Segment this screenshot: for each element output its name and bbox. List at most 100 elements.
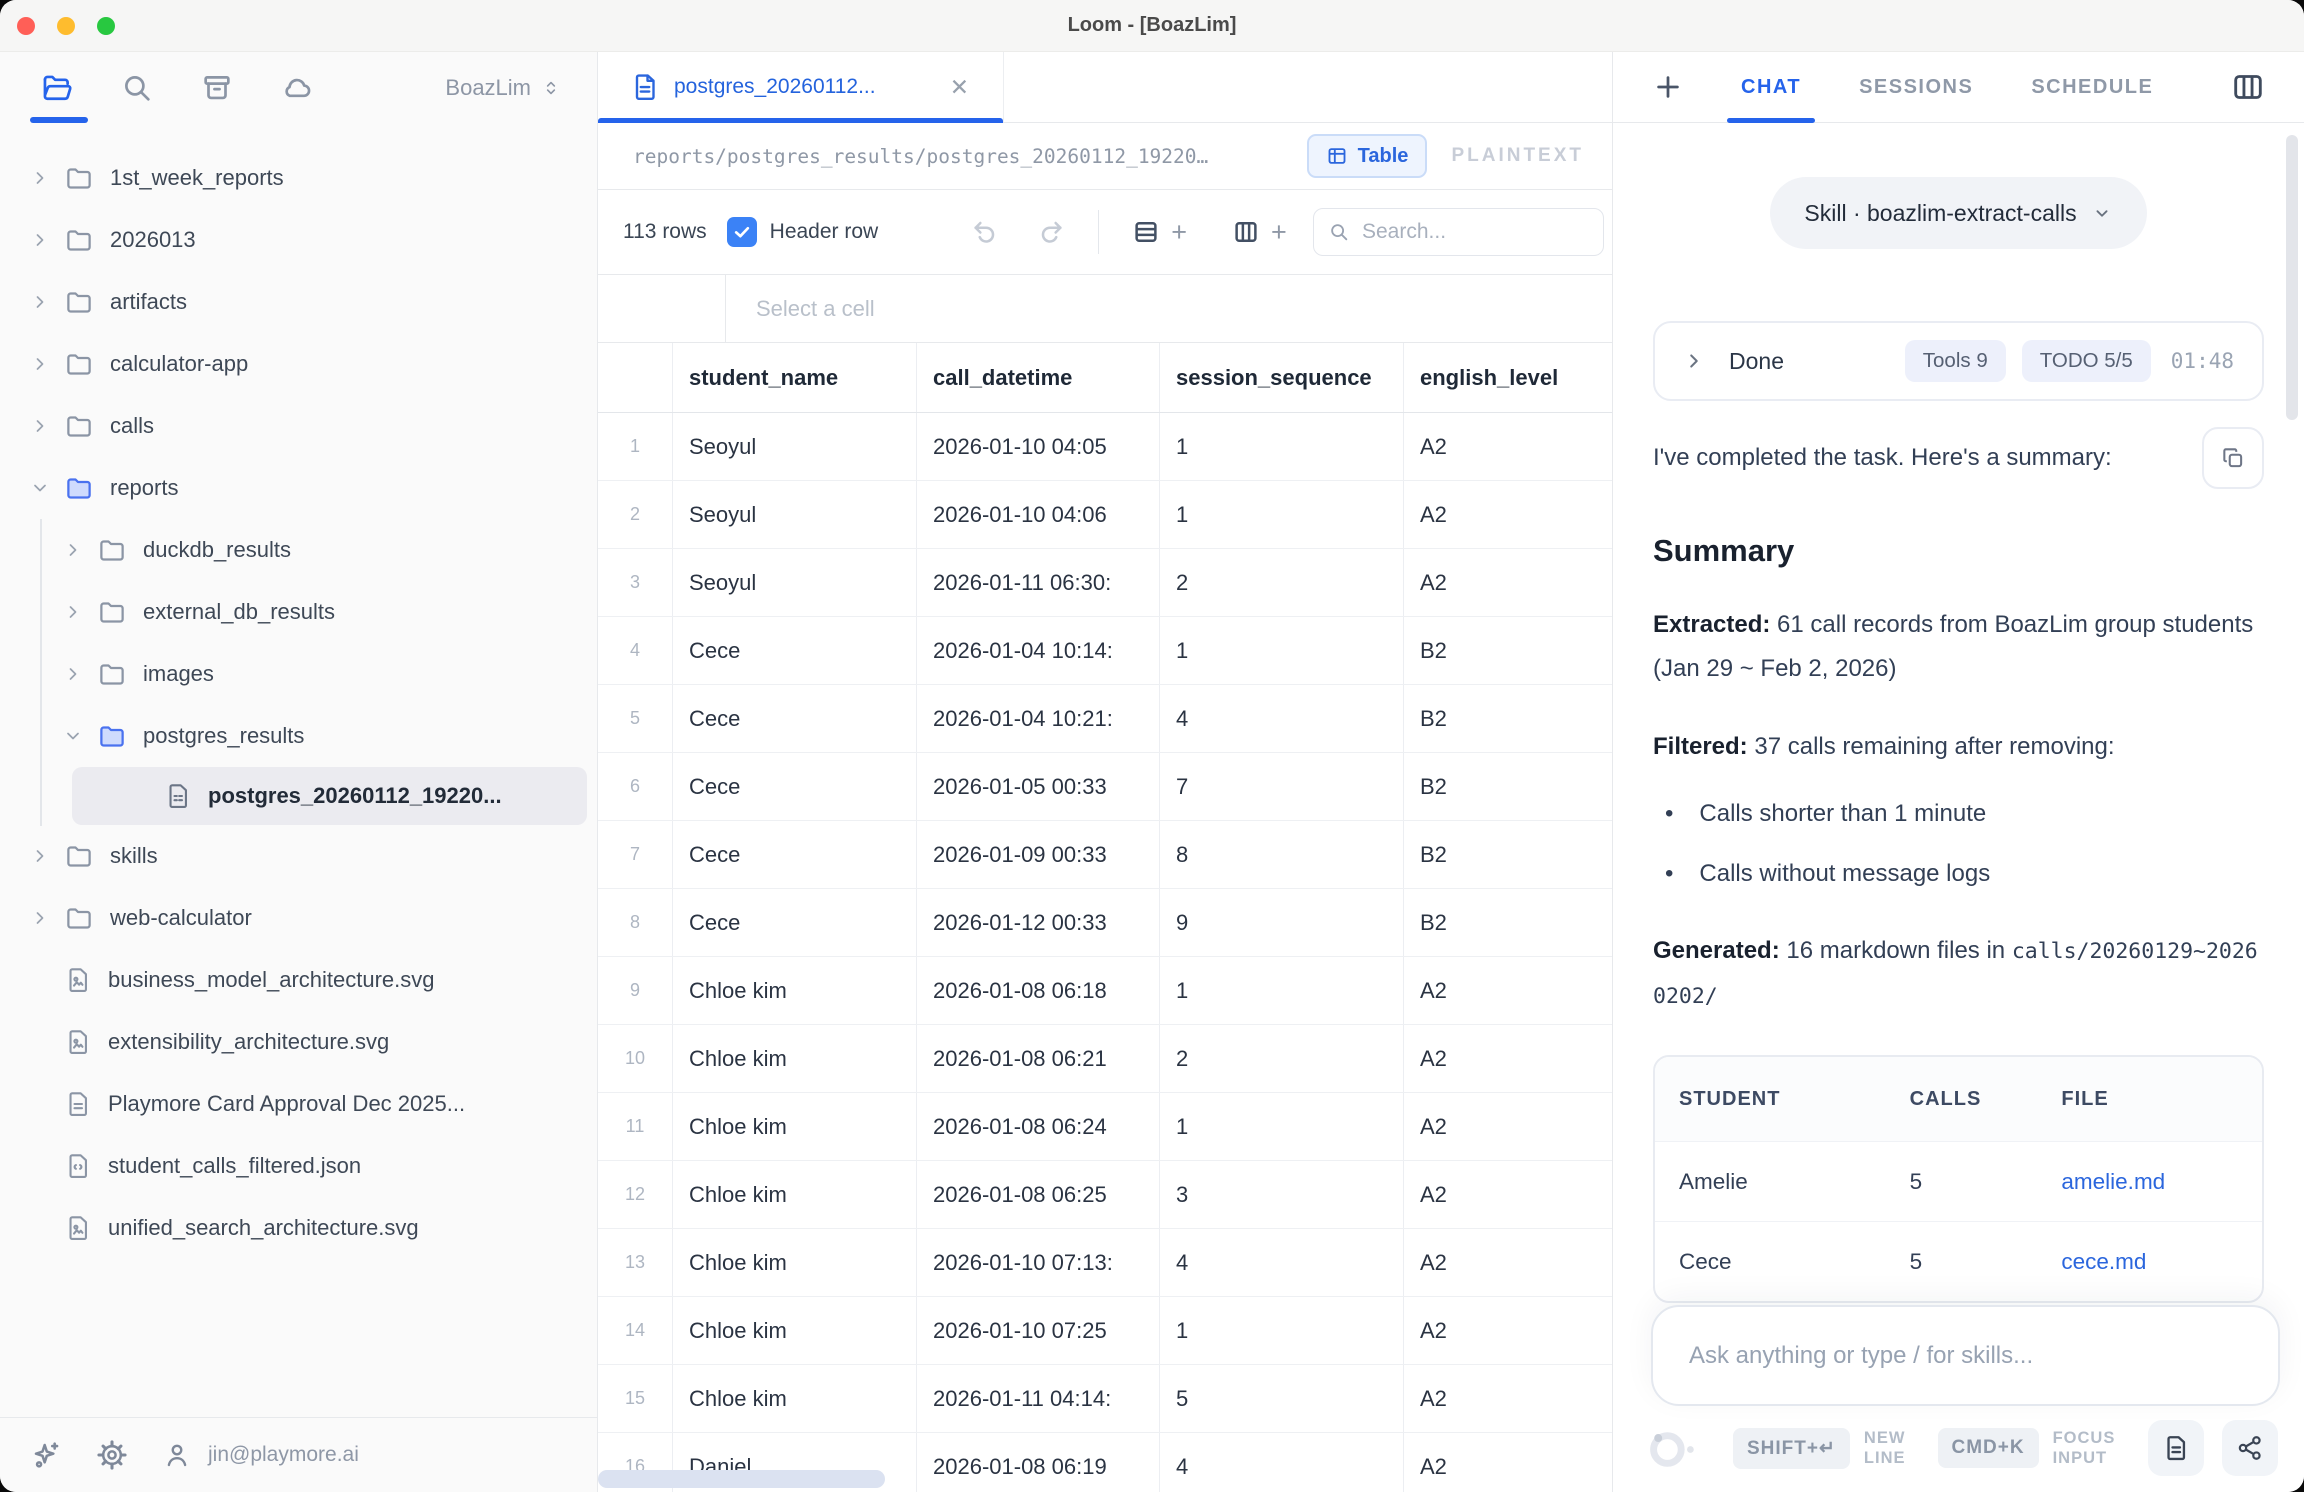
chat-scrollbar[interactable] xyxy=(2286,135,2298,420)
tree-folder-1st-week-reports[interactable]: 1st_week_reports xyxy=(0,147,597,209)
close-tab-icon[interactable]: ✕ xyxy=(950,76,969,99)
cell-english_level[interactable]: A2 xyxy=(1404,1297,1612,1364)
add-column-plus[interactable]: + xyxy=(1271,219,1287,246)
cell-english_level[interactable]: B2 xyxy=(1404,821,1612,888)
cell-english_level[interactable]: A2 xyxy=(1404,413,1612,480)
table-search[interactable] xyxy=(1313,208,1604,256)
cell-english_level[interactable]: A2 xyxy=(1404,1365,1612,1432)
cell-student_name[interactable]: Cece xyxy=(673,821,917,888)
row-number[interactable]: 2 xyxy=(598,481,673,548)
insert-row-icon[interactable] xyxy=(1131,217,1161,247)
cell-session_sequence[interactable]: 1 xyxy=(1160,957,1404,1024)
cell-student_name[interactable]: Chloe kim xyxy=(673,957,917,1024)
cell-call_datetime[interactable]: 2026-01-09 00:33 xyxy=(917,821,1160,888)
header-row-checkbox[interactable] xyxy=(727,217,757,247)
cell-english_level[interactable]: B2 xyxy=(1404,889,1612,956)
cell-session_sequence[interactable]: 1 xyxy=(1160,481,1404,548)
cell-english_level[interactable]: A2 xyxy=(1404,1161,1612,1228)
undo-icon[interactable] xyxy=(970,217,1000,247)
skill-selector[interactable]: Skill · boazlim-extract-calls xyxy=(1770,177,2146,249)
document-button[interactable] xyxy=(2148,1420,2204,1476)
chat-input[interactable] xyxy=(1687,1341,2244,1371)
cell-english_level[interactable]: A2 xyxy=(1404,1229,1612,1296)
column-header-student_name[interactable]: student_name xyxy=(673,343,917,412)
cell-call_datetime[interactable]: 2026-01-08 06:24 xyxy=(917,1093,1160,1160)
search-icon[interactable] xyxy=(120,71,154,105)
tree-file-business-model-architecture-svg[interactable]: business_model_architecture.svg xyxy=(0,949,597,1011)
tab-schedule[interactable]: SCHEDULE xyxy=(2031,52,2153,122)
cell-student_name[interactable]: Chloe kim xyxy=(673,1229,917,1296)
cell-student_name[interactable]: Cece xyxy=(673,685,917,752)
cell-student_name[interactable]: Seoyul xyxy=(673,549,917,616)
tab-sessions[interactable]: SESSIONS xyxy=(1859,52,1973,122)
cell-english_level[interactable]: A2 xyxy=(1404,549,1612,616)
cell-session_sequence[interactable]: 1 xyxy=(1160,617,1404,684)
tree-folder-calls[interactable]: calls xyxy=(0,395,597,457)
cell-call_datetime[interactable]: 2026-01-10 04:06 xyxy=(917,481,1160,548)
row-number[interactable]: 15 xyxy=(598,1365,673,1432)
cell-call_datetime[interactable]: 2026-01-08 06:18 xyxy=(917,957,1160,1024)
cell-english_level[interactable]: A2 xyxy=(1404,481,1612,548)
cell-session_sequence[interactable]: 5 xyxy=(1160,1365,1404,1432)
tree-file-unified-search-architecture-svg[interactable]: unified_search_architecture.svg xyxy=(0,1197,597,1259)
cell-student_name[interactable]: Seoyul xyxy=(673,481,917,548)
add-row-plus[interactable]: + xyxy=(1171,219,1187,246)
row-number[interactable]: 6 xyxy=(598,753,673,820)
cell-english_level[interactable]: B2 xyxy=(1404,753,1612,820)
table-view-button[interactable]: Table xyxy=(1307,134,1428,178)
files-icon[interactable] xyxy=(40,71,74,105)
cell-student_name[interactable]: Chloe kim xyxy=(673,1025,917,1092)
row-number[interactable]: 7 xyxy=(598,821,673,888)
tree-file-extensibility-architecture-svg[interactable]: extensibility_architecture.svg xyxy=(0,1011,597,1073)
formula-input[interactable]: Select a cell xyxy=(726,275,1612,342)
row-number[interactable]: 5 xyxy=(598,685,673,752)
cell-english_level[interactable]: A2 xyxy=(1404,1093,1612,1160)
gear-icon[interactable] xyxy=(96,1439,128,1471)
tree-file-playmore-card-approval-dec-2025[interactable]: Playmore Card Approval Dec 2025... xyxy=(0,1073,597,1135)
cell-call_datetime[interactable]: 2026-01-12 00:33 xyxy=(917,889,1160,956)
header-row-label[interactable]: Header row xyxy=(770,220,879,244)
cell-call_datetime[interactable]: 2026-01-04 10:14: xyxy=(917,617,1160,684)
cell-session_sequence[interactable]: 1 xyxy=(1160,1297,1404,1364)
file-link[interactable]: amelie.md xyxy=(2037,1169,2262,1195)
row-number[interactable]: 3 xyxy=(598,549,673,616)
cell-call_datetime[interactable]: 2026-01-10 04:05 xyxy=(917,413,1160,480)
cell-english_level[interactable]: A2 xyxy=(1404,1025,1612,1092)
row-number[interactable]: 11 xyxy=(598,1093,673,1160)
tab-chat[interactable]: CHAT xyxy=(1741,52,1801,122)
cell-student_name[interactable]: Cece xyxy=(673,753,917,820)
cell-call_datetime[interactable]: 2026-01-08 06:21 xyxy=(917,1025,1160,1092)
cell-student_name[interactable]: Chloe kim xyxy=(673,1161,917,1228)
cell-student_name[interactable]: Cece xyxy=(673,889,917,956)
cell-session_sequence[interactable]: 4 xyxy=(1160,1229,1404,1296)
copy-button[interactable] xyxy=(2202,427,2264,489)
cell-session_sequence[interactable]: 4 xyxy=(1160,1433,1404,1492)
cell-student_name[interactable]: Cece xyxy=(673,617,917,684)
row-number[interactable]: 1 xyxy=(598,413,673,480)
table-search-input[interactable] xyxy=(1360,219,1589,245)
tree-file-student-calls-filtered-json[interactable]: student_calls_filtered.json xyxy=(0,1135,597,1197)
row-number[interactable]: 13 xyxy=(598,1229,673,1296)
cell-student_name[interactable]: Chloe kim xyxy=(673,1297,917,1364)
tree-file-postgres-20260112-19220[interactable]: postgres_20260112_19220... xyxy=(72,767,587,825)
workspace-selector[interactable]: BoazLim xyxy=(445,75,561,101)
tree-folder-images[interactable]: images xyxy=(0,643,597,705)
cell-session_sequence[interactable]: 3 xyxy=(1160,1161,1404,1228)
cell-session_sequence[interactable]: 1 xyxy=(1160,413,1404,480)
cell-session_sequence[interactable]: 2 xyxy=(1160,1025,1404,1092)
grid-corner-cell[interactable] xyxy=(598,343,673,412)
cell-call_datetime[interactable]: 2026-01-11 06:30: xyxy=(917,549,1160,616)
cell-student_name[interactable]: Chloe kim xyxy=(673,1093,917,1160)
cell-session_sequence[interactable]: 7 xyxy=(1160,753,1404,820)
file-link[interactable]: cece.md xyxy=(2037,1249,2262,1275)
tree-folder-web-calculator[interactable]: web-calculator xyxy=(0,887,597,949)
task-status-card[interactable]: Done Tools 9 TODO 5/5 01:48 xyxy=(1653,321,2264,401)
tree-folder-artifacts[interactable]: artifacts xyxy=(0,271,597,333)
zoom-window-button[interactable] xyxy=(97,17,115,35)
plaintext-view-button[interactable]: PLAINTEXT xyxy=(1451,145,1584,167)
tree-folder-duckdb-results[interactable]: duckdb_results xyxy=(0,519,597,581)
column-header-session_sequence[interactable]: session_sequence xyxy=(1160,343,1404,412)
cell-call_datetime[interactable]: 2026-01-10 07:25 xyxy=(917,1297,1160,1364)
minimize-window-button[interactable] xyxy=(57,17,75,35)
close-window-button[interactable] xyxy=(17,17,35,35)
